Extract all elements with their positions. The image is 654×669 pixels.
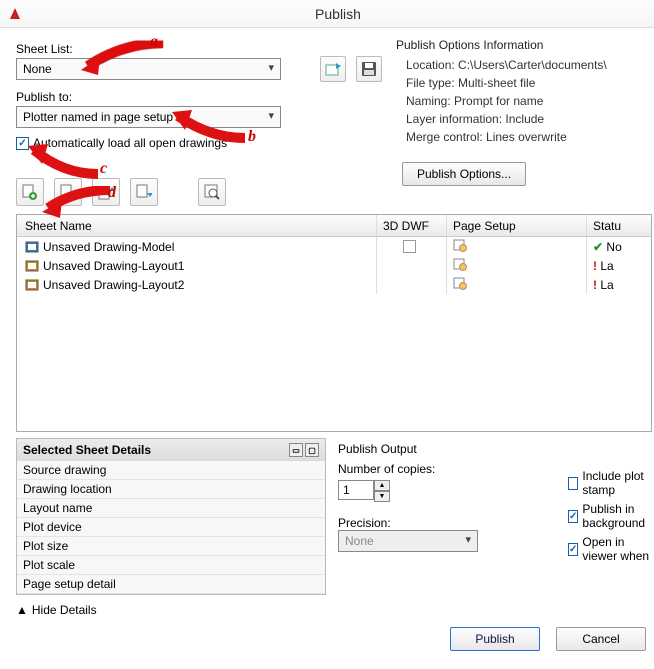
include-plot-stamp-label: Include plot stamp [582,469,654,497]
details-header: Selected Sheet Details [23,443,151,457]
status-error-icon: ! [593,278,597,292]
window-title: Publish [30,6,646,22]
sheet-list-value: None [23,62,52,76]
save-icon [361,61,377,77]
collapse-icon: ▲ [16,603,28,617]
titlebar: Publish [0,0,654,28]
status-error-icon: ! [593,259,597,273]
publish-to-label: Publish to: [16,90,386,104]
opt-layer: Layer information: Include [406,112,654,126]
save-sheet-list-button[interactable] [356,56,382,82]
detail-row: Plot device [17,518,325,537]
publish-to-value: Plotter named in page setup [23,110,173,124]
page-setup-icon [453,276,467,293]
open-viewer-checkbox[interactable]: ✓ [568,543,578,556]
copies-label: Number of copies: [338,462,478,476]
opt-merge: Merge control: Lines overwrite [406,130,654,144]
sheet-list-select[interactable]: None [16,58,281,80]
move-up-button[interactable] [92,178,120,206]
detail-row: Source drawing [17,461,325,480]
sheet-list-label: Sheet List: [16,42,386,56]
opt-naming: Naming: Prompt for name [406,94,654,108]
cancel-button[interactable]: Cancel [556,627,646,651]
table-row[interactable]: Unsaved Drawing-Layout2! La [17,275,651,294]
sheet-add-icon [22,184,38,200]
table-row[interactable]: Unsaved Drawing-Layout1! La [17,256,651,275]
sheet-icon [25,259,39,273]
page-setup-icon [453,257,467,274]
detail-row: Drawing location [17,480,325,499]
publish-output-header: Publish Output [338,442,654,456]
page-setup-icon [453,238,467,255]
precision-label: Precision: [338,516,478,530]
auto-load-checkbox[interactable]: ✓ [16,137,29,150]
import-sheet-list-button[interactable] [320,56,346,82]
list-header: Sheet Name 3D DWF Page Setup Statu [17,215,651,237]
opt-location: Location: C:\Users\Carter\documents\ [406,58,654,72]
detail-row: Page setup detail [17,575,325,594]
remove-sheets-button[interactable] [54,178,82,206]
details-max-icon[interactable]: ▢ [305,443,319,457]
options-info-header: Publish Options Information [396,38,654,52]
import-icon [325,61,341,77]
selected-sheet-details: Selected Sheet Details ▭ ▢ Source drawin… [16,438,326,595]
preview-icon [204,184,220,200]
sheet-remove-icon [60,184,76,200]
precision-select[interactable]: None [338,530,478,552]
col-name[interactable]: Sheet Name [17,215,377,236]
col-page-setup[interactable]: Page Setup [447,215,587,236]
detail-row: Plot size [17,537,325,556]
sheet-down-icon [136,184,152,200]
publish-button[interactable]: Publish [450,627,540,651]
sheet-icon [25,278,39,292]
col-status[interactable]: Statu [587,215,651,236]
publish-background-checkbox[interactable]: ✓ [568,510,578,523]
opt-filetype: File type: Multi-sheet file [406,76,654,90]
detail-row: Plot scale [17,556,325,575]
sheet-icon [25,240,39,254]
copies-down[interactable]: ▼ [374,491,390,502]
copies-input[interactable] [338,480,374,500]
copies-up[interactable]: ▲ [374,480,390,491]
details-restore-icon[interactable]: ▭ [289,443,303,457]
app-icon [8,7,22,21]
status-ok-icon: ✔ [593,240,603,254]
include-plot-stamp-checkbox[interactable]: ✓ [568,477,578,490]
dwf-checkbox[interactable] [403,240,416,253]
detail-row: Layout name [17,499,325,518]
publish-to-select[interactable]: Plotter named in page setup [16,106,281,128]
add-sheets-button[interactable] [16,178,44,206]
sheet-up-icon [98,184,114,200]
auto-load-label: Automatically load all open drawings [33,136,227,150]
publish-background-label: Publish in background [582,502,654,530]
hide-details-toggle[interactable]: ▲ Hide Details [0,595,654,617]
move-down-button[interactable] [130,178,158,206]
col-3d-dwf[interactable]: 3D DWF [377,215,447,236]
preview-button[interactable] [198,178,226,206]
open-viewer-label: Open in viewer when [582,535,654,563]
sheet-list[interactable]: Sheet Name 3D DWF Page Setup Statu Unsav… [16,214,652,432]
table-row[interactable]: Unsaved Drawing-Model✔ No [17,237,651,256]
publish-options-button[interactable]: Publish Options... [402,162,526,186]
